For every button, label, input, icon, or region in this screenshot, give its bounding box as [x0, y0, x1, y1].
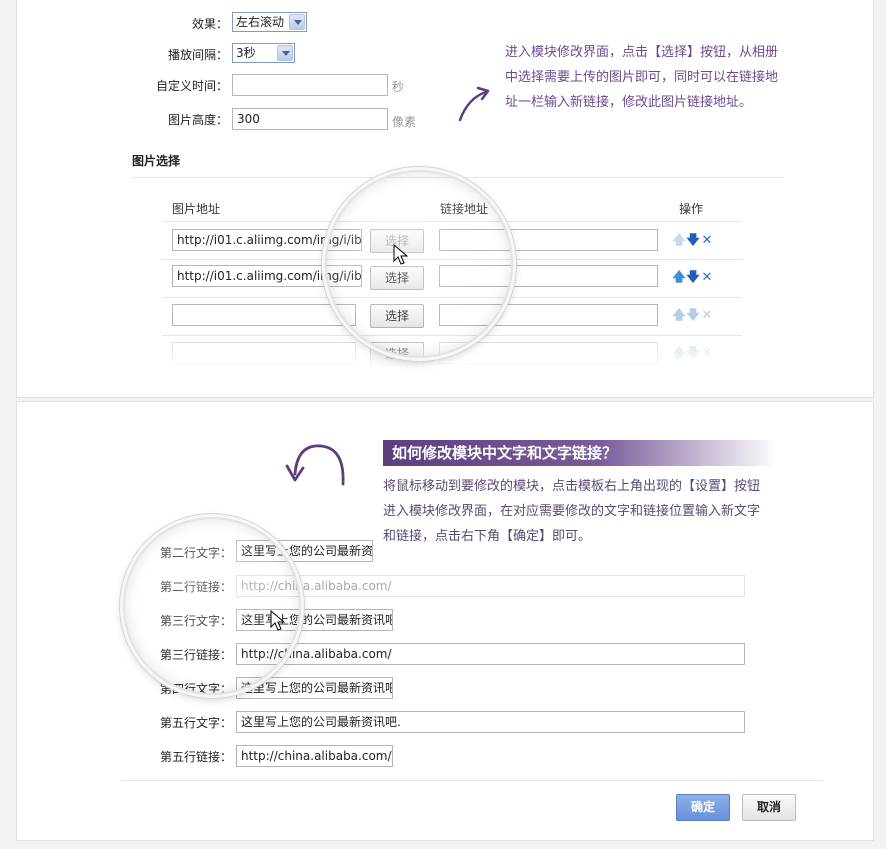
field-label: 第二行链接： — [159, 580, 232, 594]
image-height-label: 图片高度： — [167, 113, 228, 127]
image-url-input[interactable]: http://i01.c.aliimg.com/img/i/ibank — [172, 265, 362, 287]
effect-select[interactable]: 左右滚动 — [232, 12, 307, 32]
row5-text-input[interactable]: 这里写上您的公司最新资讯吧. — [236, 711, 745, 733]
divider — [122, 780, 822, 781]
text-help-note-line: 将鼠标移动到要修改的模块，点击模板右上角出现的【设置】按钮 — [383, 479, 761, 494]
row2-text-input[interactable]: 这里写上您的公司最新资讯吧. — [236, 540, 373, 562]
field-label: 第三行文字： — [159, 614, 232, 628]
field-label: 第三行链接： — [159, 648, 232, 662]
interval-select-value: 3秒 — [236, 46, 256, 60]
text-help-note-line: 进入模块修改界面，在对应需要修改的文字和链接位置输入新文字 — [383, 504, 761, 519]
custom-time-label: 自定义时间： — [155, 79, 228, 93]
arrow-down-icon[interactable]: 🡇 — [686, 231, 700, 253]
field-label: 第五行链接： — [159, 750, 232, 764]
close-icon[interactable]: ✕ — [700, 233, 714, 248]
fade-overlay — [160, 336, 760, 372]
image-help-note: 进入模块修改界面，点击【选择】按钮，从相册 中选择需要上传的图片即可，同时可以在… — [505, 40, 805, 115]
interval-select[interactable]: 3秒 — [232, 43, 295, 63]
close-icon[interactable]: ✕ — [700, 308, 714, 323]
row4-text-input[interactable]: 这里写上您的公司最新资讯吧. — [236, 677, 393, 699]
cancel-button[interactable]: 取消 — [742, 794, 796, 821]
link-url-input[interactable] — [439, 229, 658, 251]
divider — [162, 259, 742, 260]
image-url-input[interactable] — [172, 304, 356, 326]
image-height-unit: 像素 — [392, 115, 417, 129]
text-help-note: 将鼠标移动到要修改的模块，点击模板右上角出现的【设置】按钮 进入模块修改界面，在… — [383, 474, 803, 549]
arrow-down-icon[interactable]: 🡇 — [686, 306, 700, 328]
select-image-button[interactable]: 选择 — [370, 304, 424, 328]
mouse-pointer-icon — [393, 244, 409, 265]
image-help-note-line: 进入模块修改界面，点击【选择】按钮，从相册 — [505, 45, 779, 60]
field-label: 第四行文字： — [159, 682, 232, 696]
close-icon[interactable]: ✕ — [700, 270, 714, 285]
custom-time-input[interactable] — [232, 74, 388, 96]
mouse-pointer-icon — [270, 610, 286, 631]
row-operations: 🡅🡇✕ — [672, 268, 714, 290]
custom-time-unit: 秒 — [392, 80, 405, 94]
image-help-note-line: 中选择需要上传的图片即可，同时可以在链接地 — [505, 70, 779, 85]
divider — [162, 221, 742, 222]
text-help-note-line: 和链接，点击右下角【确定】即可。 — [383, 529, 592, 544]
image-select-title: 图片选择 — [132, 154, 181, 168]
ok-button[interactable]: 确定 — [676, 794, 730, 821]
row-operations: 🡅🡇✕ — [672, 231, 714, 253]
row2-link-input[interactable]: http://china.alibaba.com/ — [236, 575, 745, 597]
image-height-input[interactable]: 300 — [232, 108, 388, 130]
arrow-up-icon[interactable]: 🡅 — [672, 306, 686, 328]
chevron-down-icon[interactable] — [289, 14, 305, 30]
section-heading: 如何修改模块中文字和文字链接？ — [383, 440, 778, 466]
curved-arrow-icon — [458, 86, 490, 122]
field-label: 第二行文字： — [159, 546, 232, 560]
image-url-header: 图片地址 — [172, 202, 221, 216]
image-url-input[interactable]: http://i01.c.aliimg.com/img/i/ibank — [172, 229, 362, 251]
link-url-input[interactable] — [439, 304, 658, 326]
arrow-up-icon[interactable]: 🡅 — [672, 231, 686, 253]
image-help-note-line: 址一栏输入新链接，修改此图片链接地址。 — [505, 95, 753, 110]
chevron-down-icon[interactable] — [277, 45, 293, 61]
field-label: 第五行文字： — [159, 716, 232, 730]
arrow-down-icon[interactable]: 🡇 — [686, 268, 700, 290]
row5-link-input[interactable]: http://china.alibaba.com/ — [236, 745, 393, 767]
link-url-header: 链接地址 — [440, 202, 489, 216]
select-image-button[interactable]: 选择 — [370, 266, 424, 290]
row-operations: 🡅🡇✕ — [672, 306, 714, 328]
divider — [162, 297, 742, 298]
divider — [132, 177, 784, 178]
row3-link-input[interactable]: http://china.alibaba.com/ — [236, 643, 745, 665]
arrow-up-icon[interactable]: 🡅 — [672, 268, 686, 290]
effect-label: 效果： — [191, 17, 228, 31]
effect-select-value: 左右滚动 — [236, 15, 285, 29]
link-url-input[interactable] — [439, 265, 658, 287]
interval-label: 播放间隔： — [167, 48, 228, 62]
curved-arrow-icon — [285, 444, 345, 486]
operations-header: 操作 — [679, 202, 704, 216]
row3-text-input[interactable]: 这里写上您的公司最新资讯吧. — [236, 609, 393, 631]
